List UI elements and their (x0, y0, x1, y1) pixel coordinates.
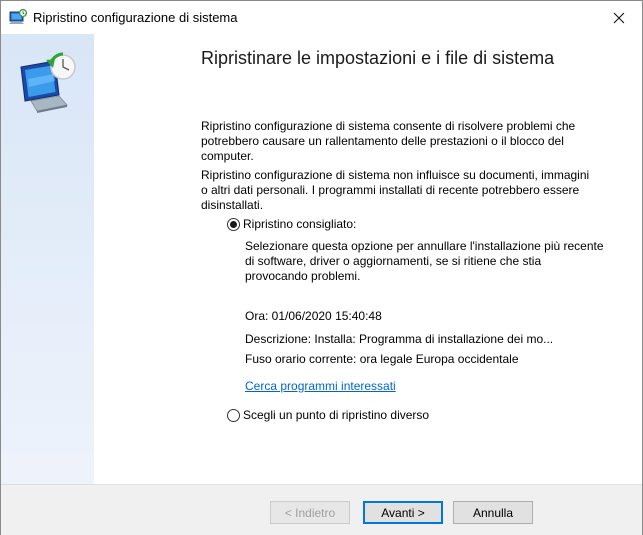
recommended-description: Selezionare questa opzione per annullare… (245, 239, 604, 283)
cancel-button[interactable]: Annulla (453, 501, 533, 524)
system-restore-icon (9, 9, 27, 24)
radio-recommended-restore[interactable]: Ripristino consigliato: (227, 217, 356, 231)
window-title: Ripristino configurazione di sistema (33, 10, 238, 25)
close-icon (613, 12, 625, 23)
timezone-info: Fuso orario corrente: ora legale Europa … (245, 352, 519, 366)
back-button[interactable]: < Indietro (270, 501, 350, 524)
page-title: Ripristinare le impostazioni e i file di… (201, 48, 555, 68)
radio-label-other[interactable]: Scegli un punto di ripristino diverso (243, 408, 429, 422)
intro-paragraph: Ripristino configurazione di sistema con… (201, 119, 576, 163)
main-content: Ripristinare le impostazioni e i file di… (94, 34, 642, 484)
button-bar: < Indietro Avanti > Annulla (1, 484, 642, 535)
radio-other-restore-point[interactable]: Scegli un punto di ripristino diverso (227, 408, 429, 422)
scan-affected-programs-link[interactable]: Cerca programmi interessati (245, 379, 605, 394)
restore-point-description: Descrizione: Installa: Programma di inst… (245, 332, 554, 346)
system-restore-large-icon (20, 52, 76, 113)
radio-label-recommended[interactable]: Ripristino consigliato: (243, 217, 356, 231)
sidebar (1, 34, 94, 484)
title-bar[interactable]: Ripristino configurazione di sistema (1, 1, 642, 34)
restore-point-time: Ora: 01/06/2020 15:40:48 (245, 309, 382, 323)
system-restore-window: Ripristino configurazione di sistema Rip… (0, 0, 643, 535)
radio-button-selected[interactable] (227, 217, 240, 231)
radio-button-unselected[interactable] (227, 408, 240, 422)
close-button[interactable] (596, 1, 642, 34)
info-paragraph: Ripristino configurazione di sistema non… (201, 168, 590, 212)
next-button[interactable]: Avanti > (363, 501, 443, 524)
